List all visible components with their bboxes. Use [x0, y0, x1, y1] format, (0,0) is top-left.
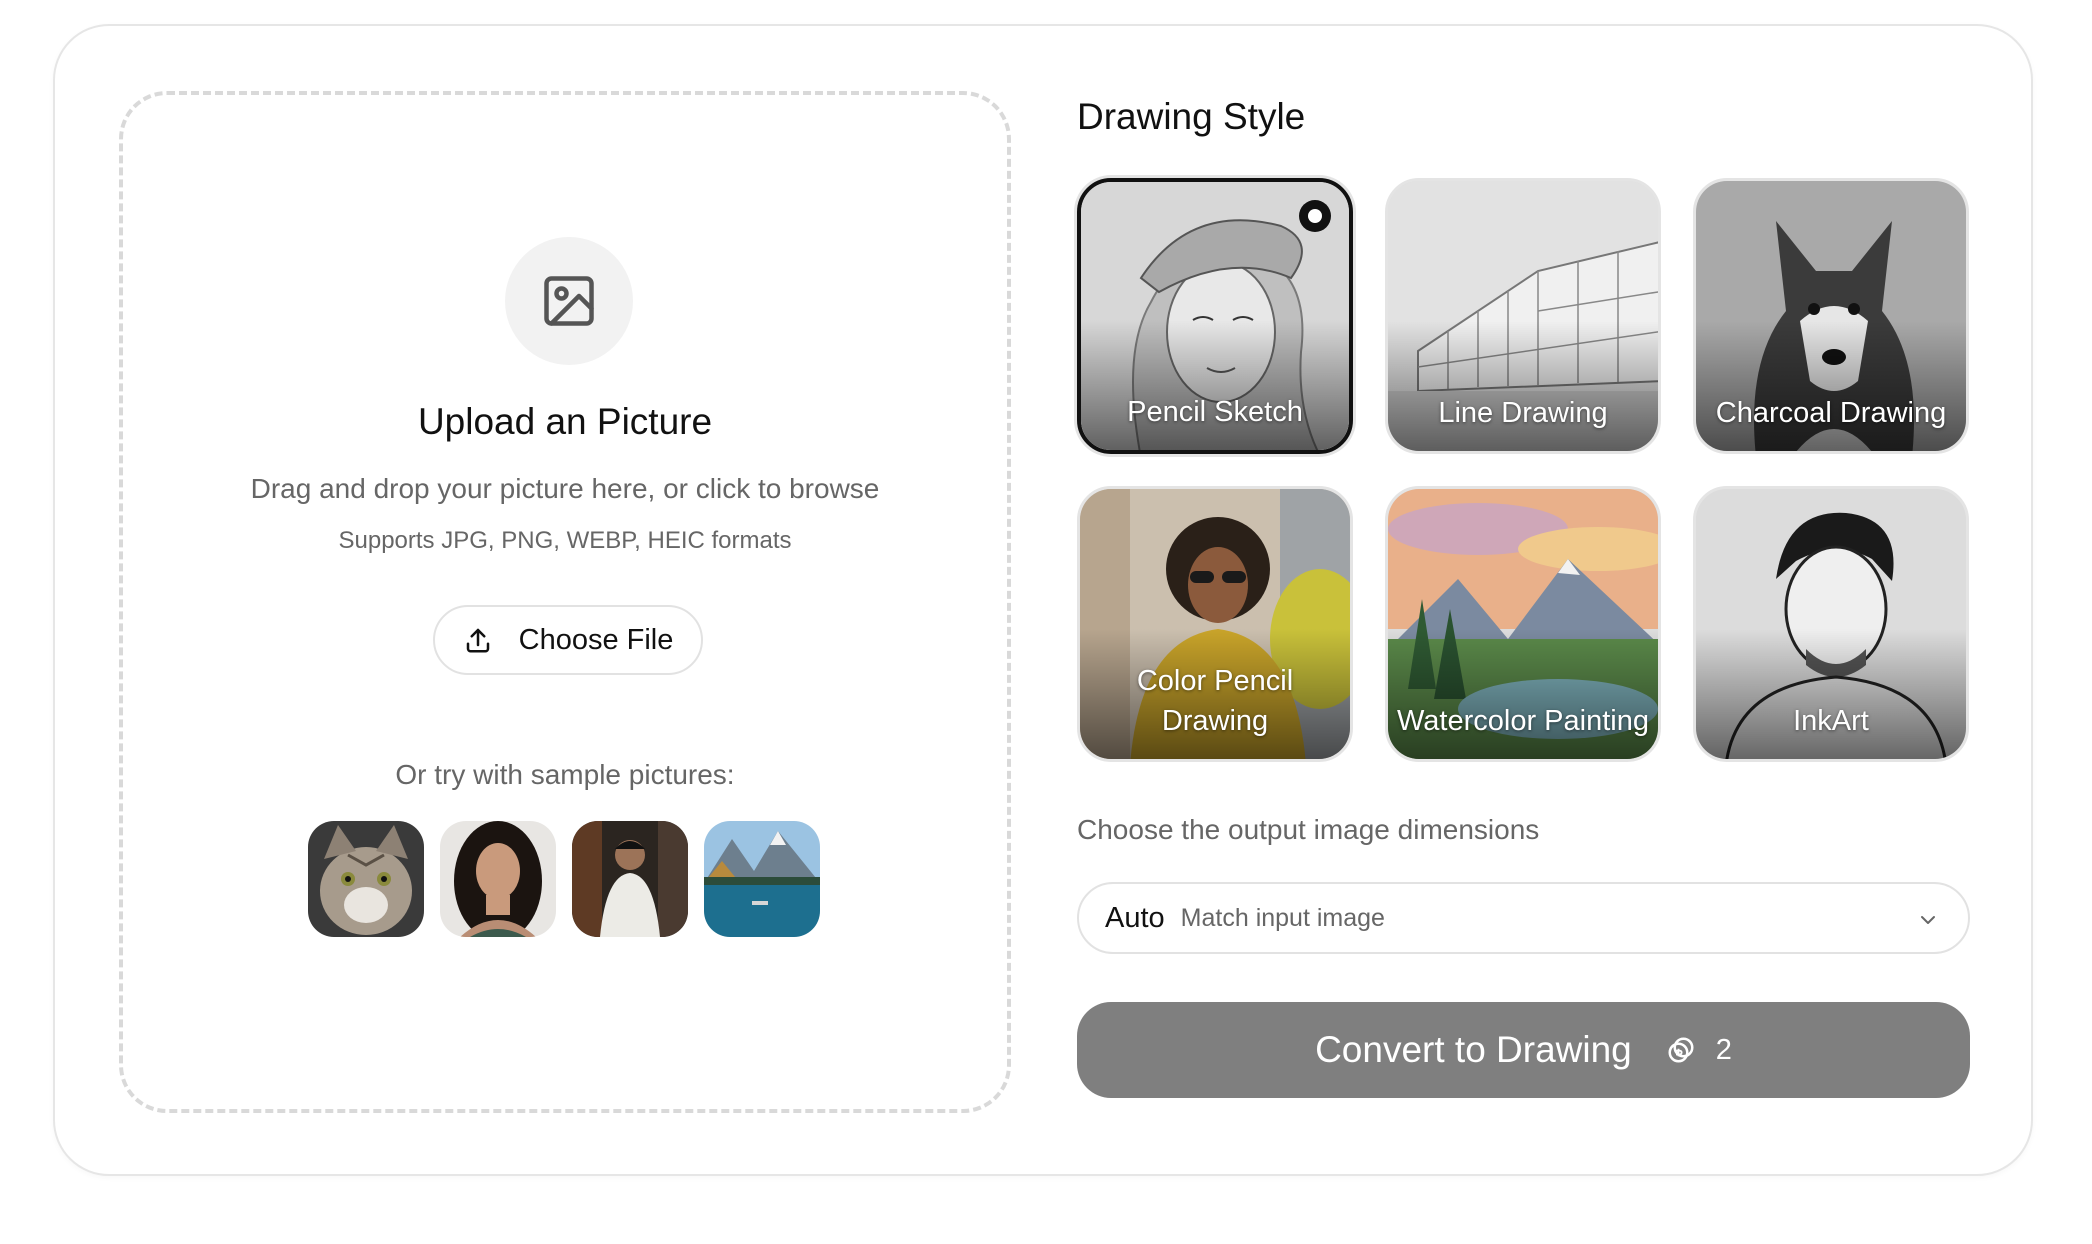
sample-cat[interactable] — [308, 821, 424, 937]
upload-formats: Supports JPG, PNG, WEBP, HEIC formats — [338, 527, 792, 554]
sample-man[interactable] — [572, 821, 688, 937]
image-icon — [544, 276, 594, 326]
dimensions-label: Choose the output image dimensions — [1077, 814, 1540, 845]
style-option-color-pencil-drawing[interactable]: Color Pencil Drawing — [1077, 486, 1353, 762]
convert-label: Convert to Drawing — [1315, 1029, 1632, 1070]
upload-subtitle: Drag and drop your picture here, or clic… — [250, 473, 880, 504]
style-option-pencil-sketch[interactable]: Pencil Sketch — [1077, 178, 1353, 454]
drawing-style-title: Drawing Style — [1077, 96, 1306, 137]
style-label: Pencil Sketch — [1127, 396, 1303, 428]
selected-radio-icon — [1299, 200, 1331, 232]
sample-mountain[interactable] — [704, 821, 820, 937]
style-label: Line Drawing — [1438, 397, 1608, 429]
style-option-line-drawing[interactable]: Line Drawing — [1385, 178, 1661, 454]
dimensions-hint: Match input image — [1180, 903, 1385, 932]
image-icon-circle — [505, 237, 633, 365]
convert-button[interactable]: Convert to Drawing 2 — [1077, 1002, 1970, 1098]
style-label: Color Pencil Drawing — [1136, 665, 1294, 737]
samples-label: Or try with sample pictures: — [395, 759, 735, 790]
chevron-down-icon — [1921, 916, 1935, 924]
style-label: Watercolor Painting — [1397, 705, 1649, 737]
choose-file-button[interactable]: Choose File — [433, 605, 703, 675]
style-label: InkArt — [1793, 705, 1869, 737]
credits-count: 2 — [1715, 1033, 1732, 1066]
upload-title: Upload an Picture — [417, 401, 713, 442]
sample-pictures — [308, 821, 820, 937]
dimensions-select[interactable]: Auto Match input image — [1077, 882, 1970, 954]
upload-dropzone[interactable]: Upload an Picture Drag and drop your pic… — [119, 91, 1011, 1113]
style-label: Charcoal Drawing — [1715, 397, 1947, 429]
style-option-charcoal-drawing[interactable]: Charcoal Drawing — [1693, 178, 1969, 454]
choose-file-label: Choose File — [518, 623, 674, 656]
dimensions-value: Auto — [1105, 901, 1165, 934]
style-option-inkart[interactable]: InkArt — [1693, 486, 1969, 762]
sample-woman[interactable] — [440, 821, 556, 937]
upload-icon — [466, 628, 489, 653]
credits-icon — [1666, 1035, 1696, 1065]
style-option-watercolor-painting[interactable]: Watercolor Painting — [1385, 486, 1661, 762]
